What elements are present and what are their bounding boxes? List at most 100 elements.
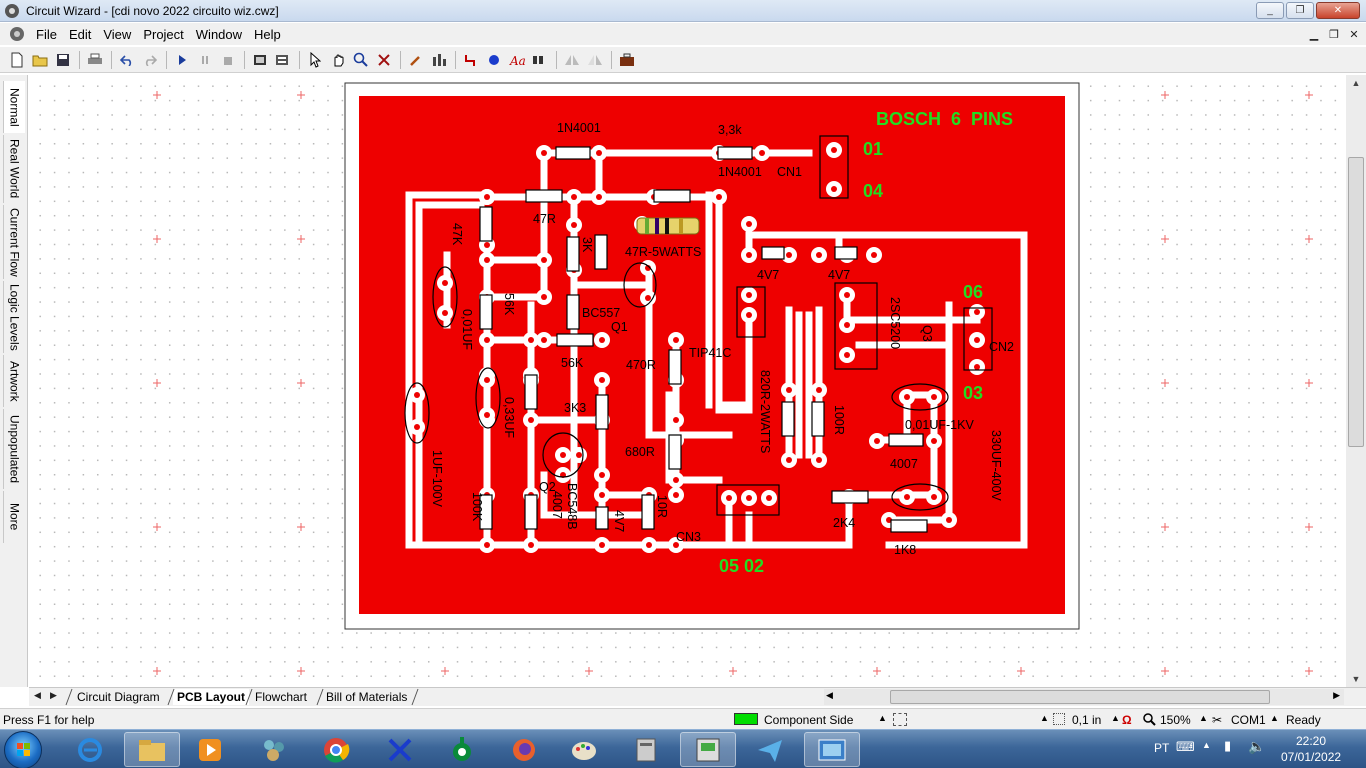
vertical-scroll-thumb[interactable] bbox=[1348, 157, 1364, 447]
taskbar-media-player[interactable] bbox=[182, 732, 238, 767]
tab-unpopulated[interactable]: Unpopulated bbox=[3, 409, 25, 489]
tab-real-world[interactable]: Real World bbox=[3, 135, 25, 203]
pcb-drawing[interactable]: 1N4001 3,3k 1N4001 CN1 47R 47R-5WATTS 4V… bbox=[29, 75, 1345, 687]
taskbar-computer[interactable] bbox=[618, 732, 674, 767]
zoom-dropdown-icon[interactable]: ▲ bbox=[1199, 713, 1208, 723]
tab-normal[interactable]: Normal bbox=[3, 81, 25, 133]
scroll-down-arrow[interactable]: ▼ bbox=[1346, 671, 1366, 687]
taskbar-circuit[interactable] bbox=[434, 732, 490, 767]
taskbar-ie[interactable] bbox=[62, 732, 118, 767]
magnet-icon[interactable]: Ω bbox=[1122, 713, 1132, 727]
taskbar-chrome[interactable] bbox=[308, 732, 364, 767]
taskbar-screenshot[interactable] bbox=[804, 732, 860, 767]
open-button[interactable] bbox=[29, 49, 51, 71]
grid-spinner-icon[interactable]: ▲ bbox=[1040, 713, 1049, 723]
tab-logic-levels[interactable]: Logic Levels bbox=[3, 281, 25, 353]
status-zoom[interactable]: 150% bbox=[1160, 713, 1191, 727]
undo-button[interactable] bbox=[116, 49, 138, 71]
probe-button[interactable] bbox=[405, 49, 427, 71]
label-0-01uf: 0,01UF bbox=[460, 309, 474, 350]
restore-button[interactable]: ❐ bbox=[1286, 2, 1314, 19]
scroll-up-arrow[interactable]: ▲ bbox=[1346, 75, 1366, 91]
pause-button[interactable] bbox=[194, 49, 216, 71]
play-button[interactable] bbox=[171, 49, 193, 71]
grid-size-dropdown-icon[interactable]: ▲ bbox=[1111, 713, 1120, 723]
probe-icon bbox=[410, 55, 420, 66]
close-button[interactable]: ✕ bbox=[1316, 2, 1360, 19]
new-button[interactable] bbox=[6, 49, 28, 71]
status-layer[interactable]: Component Side bbox=[764, 713, 853, 727]
status-port[interactable]: COM1 bbox=[1231, 713, 1266, 727]
taskbar-circuit-wizard[interactable] bbox=[680, 732, 736, 767]
taskbar-tools[interactable] bbox=[372, 732, 428, 767]
language-indicator[interactable]: PT bbox=[1154, 741, 1169, 755]
component-view-button[interactable] bbox=[249, 49, 271, 71]
horizontal-scrollbar[interactable]: ◀ ▶ bbox=[824, 689, 1344, 705]
zoom-button[interactable] bbox=[350, 49, 372, 71]
volume-icon[interactable]: 🔈 bbox=[1248, 738, 1265, 755]
scroll-left-arrow[interactable]: ◀ bbox=[826, 690, 833, 701]
tab-more[interactable]: More bbox=[3, 491, 25, 543]
document-icon[interactable] bbox=[8, 25, 26, 43]
track-button[interactable] bbox=[460, 49, 482, 71]
port-dropdown-icon[interactable]: ▲ bbox=[1270, 713, 1279, 723]
label-10r: 10R bbox=[655, 495, 669, 518]
minimize-button[interactable]: _ bbox=[1256, 2, 1284, 19]
taskbar-firefox[interactable] bbox=[496, 732, 552, 767]
label-4v7-bottom: 4V7 bbox=[612, 510, 626, 532]
toolbox-button[interactable] bbox=[616, 49, 638, 71]
tab-pcb-layout[interactable]: PCB Layout bbox=[173, 689, 250, 705]
taskbar-network[interactable] bbox=[246, 732, 302, 767]
vertical-scrollbar[interactable]: ▲ ▼ bbox=[1346, 75, 1366, 687]
network-status-icon[interactable]: ▮ bbox=[1224, 738, 1231, 754]
mdi-close-button[interactable]: ✕ bbox=[1346, 26, 1362, 42]
tab-circuit-diagram[interactable]: Circuit Diagram bbox=[73, 689, 164, 705]
pan-button[interactable] bbox=[327, 49, 349, 71]
flip-horizontal-button[interactable] bbox=[561, 49, 583, 71]
taskbar-messenger[interactable] bbox=[742, 732, 798, 767]
menu-window[interactable]: Window bbox=[190, 25, 248, 44]
layer-dropdown-icon[interactable]: ▲ bbox=[878, 713, 887, 723]
start-button[interactable] bbox=[4, 731, 42, 768]
save-button[interactable] bbox=[52, 49, 74, 71]
tab-artwork[interactable]: Artwork bbox=[3, 355, 25, 407]
scroll-right-arrow[interactable]: ▶ bbox=[1333, 690, 1340, 701]
tab-flowchart[interactable]: Flowchart bbox=[251, 689, 311, 705]
pcb-canvas[interactable]: 1N4001 3,3k 1N4001 CN1 47R 47R-5WATTS 4V… bbox=[29, 75, 1345, 687]
tab-bill-of-materials[interactable]: Bill of Materials bbox=[322, 689, 411, 705]
horizontal-scroll-thumb[interactable] bbox=[890, 690, 1270, 704]
status-grid-size[interactable]: 0,1 in bbox=[1072, 713, 1101, 727]
stop-button[interactable] bbox=[217, 49, 239, 71]
tab-scroll-right-icon[interactable]: ▶ bbox=[50, 690, 57, 701]
menu-help[interactable]: Help bbox=[248, 25, 287, 44]
menu-edit[interactable]: Edit bbox=[63, 25, 97, 44]
mdi-restore-button[interactable]: ❐ bbox=[1326, 26, 1342, 42]
clock-time[interactable]: 22:20 bbox=[1296, 734, 1326, 748]
mdi-minimize-button[interactable]: ▁ bbox=[1306, 26, 1322, 42]
layers-button[interactable] bbox=[272, 49, 294, 71]
title-bar[interactable]: Circuit Wizard - [cdi novo 2022 circuito… bbox=[0, 0, 1366, 22]
flip-vertical-button[interactable] bbox=[584, 49, 606, 71]
label-cn3: CN3 bbox=[676, 530, 701, 544]
tab-current-flow[interactable]: Current Flow bbox=[3, 205, 25, 279]
layout-button[interactable] bbox=[529, 49, 551, 71]
taskbar-paint[interactable] bbox=[556, 732, 612, 767]
menu-view[interactable]: View bbox=[97, 25, 137, 44]
print-button[interactable] bbox=[84, 49, 106, 71]
keyboard-icon[interactable]: ⌨ bbox=[1176, 739, 1195, 755]
label-1uf-100v: 1UF-100V bbox=[430, 450, 444, 508]
taskbar-explorer[interactable] bbox=[124, 732, 180, 767]
tab-scroll-left-icon[interactable]: ◀ bbox=[34, 690, 41, 701]
text-button[interactable]: Aa bbox=[506, 49, 528, 71]
redo-button[interactable] bbox=[139, 49, 161, 71]
chart-button[interactable] bbox=[428, 49, 450, 71]
pad-button[interactable] bbox=[483, 49, 505, 71]
tray-expand-icon[interactable]: ▲ bbox=[1202, 740, 1211, 750]
delete-button[interactable] bbox=[373, 49, 395, 71]
select-button[interactable] bbox=[304, 49, 326, 71]
label-2sc5200: 2SC5200 bbox=[888, 297, 902, 349]
menu-project[interactable]: Project bbox=[137, 25, 189, 44]
menu-file[interactable]: File bbox=[30, 25, 63, 44]
grid-snap-icon[interactable] bbox=[893, 713, 907, 726]
clock-date[interactable]: 07/01/2022 bbox=[1281, 750, 1341, 764]
